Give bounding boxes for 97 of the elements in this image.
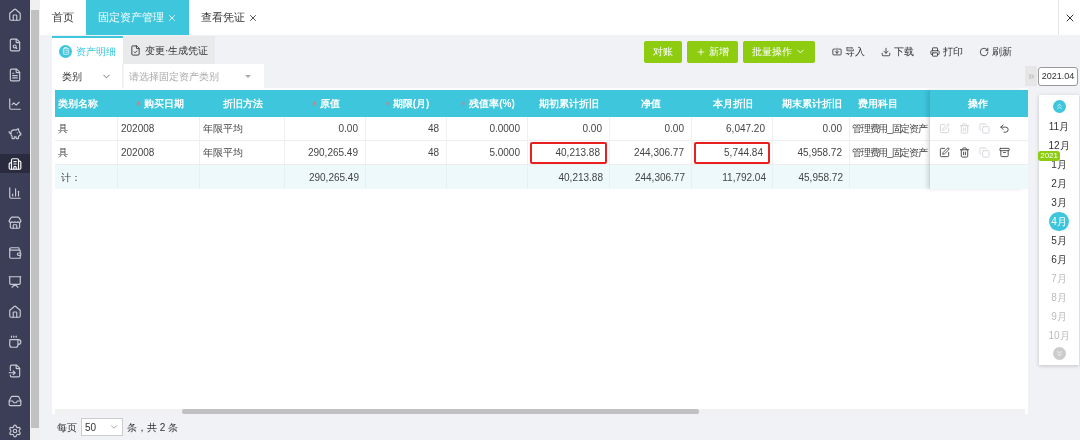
refresh-icon xyxy=(979,46,989,57)
list-icon xyxy=(59,44,72,58)
horizontal-scrollbar[interactable] xyxy=(182,409,699,414)
month-item[interactable]: 3月 xyxy=(1051,195,1067,210)
plus-icon xyxy=(696,46,706,57)
record-count: 条，共 2 条 xyxy=(127,420,179,435)
table-cell-text: 202008 xyxy=(120,146,156,160)
search-document-icon xyxy=(8,38,22,52)
double-chevron-icon xyxy=(1026,71,1036,81)
tab-label: 查看凭证 xyxy=(201,10,245,26)
month-item[interactable]: 6月 xyxy=(1051,252,1067,267)
page-size-select[interactable]: 50 xyxy=(81,418,123,436)
store-icon xyxy=(8,216,22,231)
table-cell-text: 5.0000 xyxy=(488,146,521,160)
table-cell-text: 45,958.72 xyxy=(796,146,843,160)
table-cell-text: 0.0000 xyxy=(488,122,521,136)
cup-icon xyxy=(8,334,22,349)
month-item[interactable]: 2月 xyxy=(1051,176,1067,191)
import-button[interactable]: 导入 xyxy=(826,44,871,59)
column-header: 期末累计折旧 xyxy=(781,97,842,111)
document-arrow-icon xyxy=(8,364,22,379)
sidebar-item[interactable] xyxy=(0,154,30,174)
table-cell-text: 48 xyxy=(426,122,440,136)
bar-chart-icon xyxy=(8,186,22,201)
caret-icon xyxy=(245,74,251,78)
delete-icon[interactable] xyxy=(959,147,970,158)
table-cell-text: 具 xyxy=(57,146,69,160)
year-badge: 2021 xyxy=(1038,151,1060,161)
column-header: 残值率(%) xyxy=(469,97,515,111)
table-cell-text: 管理费用_固定资产 xyxy=(852,122,927,136)
month-item[interactable]: 12月 xyxy=(1048,138,1070,153)
printer-icon xyxy=(930,46,940,57)
column-header: 操作 xyxy=(967,97,988,111)
edit-icon[interactable] xyxy=(939,147,950,158)
total-cell-text: 计： xyxy=(61,170,81,185)
month-item[interactable]: 5月 xyxy=(1051,233,1067,248)
tray-icon[interactable] xyxy=(999,147,1010,158)
money-bag-icon xyxy=(8,127,22,141)
table-cell-text: 6,047.20 xyxy=(725,122,766,136)
column-header: 购买日期 xyxy=(143,97,184,111)
tab-label: 固定资产管理 xyxy=(98,10,164,26)
total-cell-text: 244,306.77 xyxy=(634,170,685,185)
column-header: 期限(月) xyxy=(392,97,430,111)
table-cell-text: 244,306.77 xyxy=(632,146,685,160)
table-cell-text: 48 xyxy=(426,146,440,160)
table-cell-text: 年限平均 xyxy=(202,122,244,136)
presentation-icon xyxy=(8,275,22,290)
table-cell-text: 290,265.49 xyxy=(306,146,359,160)
download-button[interactable]: 下载 xyxy=(875,44,920,59)
wallet-icon xyxy=(8,245,22,260)
sub-tab-label: 变更·生成凭证 xyxy=(145,43,209,58)
settings-icon xyxy=(8,423,22,438)
total-cell-text: 40,213.88 xyxy=(558,170,603,185)
scrollbar-thumb[interactable] xyxy=(31,10,39,428)
column-header: 类别名称 xyxy=(58,97,98,111)
print-button[interactable]: 打印 xyxy=(924,44,969,59)
column-header: 折旧方法 xyxy=(222,97,263,111)
category-select[interactable]: 类别 xyxy=(52,64,122,88)
import-icon xyxy=(832,46,842,57)
house-icon xyxy=(8,305,22,320)
page-size-label: 每页 xyxy=(57,420,77,435)
column-header: 期初累计折旧 xyxy=(539,97,599,111)
inbox-icon xyxy=(8,394,22,409)
refresh-button[interactable]: 刷新 xyxy=(973,44,1018,59)
table-cell-text: 0.00 xyxy=(337,122,359,136)
table-cell-text: 0.00 xyxy=(821,122,843,136)
download-icon xyxy=(881,46,891,57)
undo-icon[interactable] xyxy=(999,123,1010,134)
column-header: 原值 xyxy=(320,97,340,111)
column-header: 费用科目 xyxy=(858,97,898,111)
caret-icon xyxy=(109,422,119,432)
line-chart-icon xyxy=(8,97,22,112)
home-icon xyxy=(8,8,22,23)
tab-label: 首页 xyxy=(52,10,74,26)
page-tab[interactable]: 首页 xyxy=(40,0,86,35)
sub-tab-label: 资产明细 xyxy=(76,44,116,59)
period-field[interactable]: 2021.04 xyxy=(1038,67,1078,86)
table-cell: 5,744.84 xyxy=(694,141,770,164)
sub-tab[interactable]: 变更·生成凭证 xyxy=(123,36,216,64)
table-cell-text: 具 xyxy=(57,122,69,136)
close-icon[interactable] xyxy=(248,12,258,23)
building-icon xyxy=(8,156,22,171)
month-item[interactable]: 11月 xyxy=(1048,119,1070,134)
table-cell-text: 年限平均 xyxy=(202,146,244,160)
table-cell-text: 管理费用_固定资产 xyxy=(852,146,927,160)
column-header: 净值 xyxy=(641,97,661,111)
table-cell-text: 202008 xyxy=(120,122,156,136)
table-cell: 40,213.88 xyxy=(530,141,607,164)
total-cell-text: 11,792.04 xyxy=(722,170,766,185)
total-cell-text: 45,958.72 xyxy=(798,170,843,185)
column-header: 本月折旧 xyxy=(712,97,753,111)
document-check-icon xyxy=(130,44,141,56)
total-cell-text: 290,265.49 xyxy=(308,170,359,185)
document-icon xyxy=(8,67,22,82)
table-cell-text: 0.00 xyxy=(663,122,685,136)
page-tab[interactable]: 查看凭证 xyxy=(189,0,270,35)
table-cell-text: 0.00 xyxy=(581,122,603,136)
